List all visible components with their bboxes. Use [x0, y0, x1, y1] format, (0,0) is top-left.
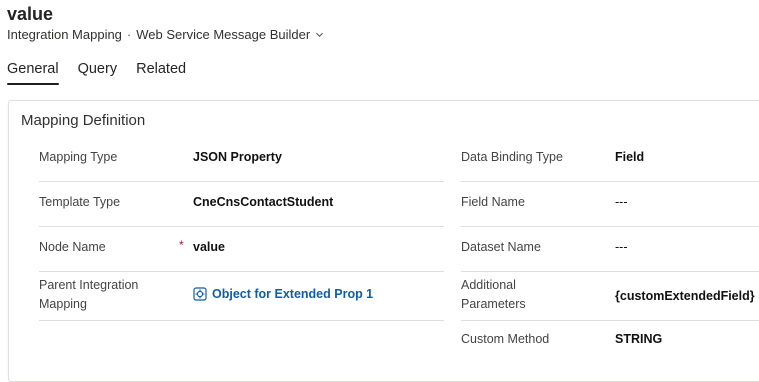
- required-indicator: *: [179, 238, 184, 252]
- field-label: Field Name: [461, 195, 525, 209]
- breadcrumb-separator: ·: [126, 27, 132, 42]
- field-label: Mapping Type: [39, 150, 118, 164]
- field-row-field-name: Field Name ---: [461, 182, 759, 227]
- tab-query[interactable]: Query: [78, 61, 118, 85]
- chevron-down-icon[interactable]: [315, 30, 324, 39]
- entity-name: Integration Mapping: [7, 27, 122, 42]
- node-name-value[interactable]: value: [193, 240, 225, 254]
- field-label: Data Binding Type: [461, 150, 563, 164]
- field-row-data-binding-type: Data Binding Type Field: [461, 137, 759, 182]
- field-name-value[interactable]: ---: [615, 195, 628, 209]
- tab-list: General Query Related: [7, 61, 186, 85]
- field-label-line2: Parameters: [461, 297, 526, 311]
- field-row-mapping-type: Mapping Type JSON Property: [39, 137, 444, 182]
- page-header: value Integration Mapping · Web Service …: [7, 3, 759, 42]
- field-label: Dataset Name: [461, 240, 541, 254]
- parent-mapping-link[interactable]: Object for Extended Prop 1: [193, 287, 373, 301]
- field-row-node-name: Node Name * value: [39, 227, 444, 272]
- dataset-name-value[interactable]: ---: [615, 240, 628, 254]
- tab-related[interactable]: Related: [136, 61, 186, 85]
- template-type-value[interactable]: CneCnsContactStudent: [193, 195, 333, 209]
- page-title: value: [7, 4, 54, 24]
- tab-general[interactable]: General: [7, 61, 59, 85]
- mapping-definition-section: Mapping Definition Mapping Type JSON Pro…: [8, 100, 759, 382]
- custom-method-value[interactable]: STRING: [615, 332, 662, 346]
- field-row-custom-method: Custom Method STRING: [461, 321, 759, 365]
- integration-mapping-icon: [193, 287, 207, 301]
- additional-parameters-value[interactable]: {customExtendedField}: [615, 289, 755, 303]
- field-label: Parent Integration: [39, 278, 139, 292]
- field-row-template-type: Template Type CneCnsContactStudent: [39, 182, 444, 227]
- field-label: Additional: [461, 278, 516, 292]
- field-label: Custom Method: [461, 332, 550, 346]
- field-row-additional-parameters: Additional Parameters {customExtendedFie…: [461, 272, 759, 321]
- breadcrumb: Integration Mapping · Web Service Messag…: [7, 27, 759, 42]
- parent-mapping-text[interactable]: Object for Extended Prop 1: [212, 287, 373, 301]
- field-row-parent-mapping: Parent Integration Mapping Object for Ex…: [39, 272, 444, 321]
- field-label: Node Name: [39, 240, 106, 254]
- field-label: Template Type: [39, 195, 121, 209]
- field-row-dataset-name: Dataset Name ---: [461, 227, 759, 272]
- mapping-type-value[interactable]: JSON Property: [193, 150, 282, 164]
- form-selector[interactable]: Web Service Message Builder: [136, 27, 324, 42]
- data-binding-type-value[interactable]: Field: [615, 150, 644, 164]
- left-column: Mapping Type JSON Property Template Type…: [39, 137, 444, 321]
- right-column: Data Binding Type Field Field Name --- D…: [461, 137, 759, 365]
- section-title: Mapping Definition: [21, 112, 146, 129]
- form-name[interactable]: Web Service Message Builder: [136, 27, 310, 42]
- field-label-line2: Mapping: [39, 297, 87, 311]
